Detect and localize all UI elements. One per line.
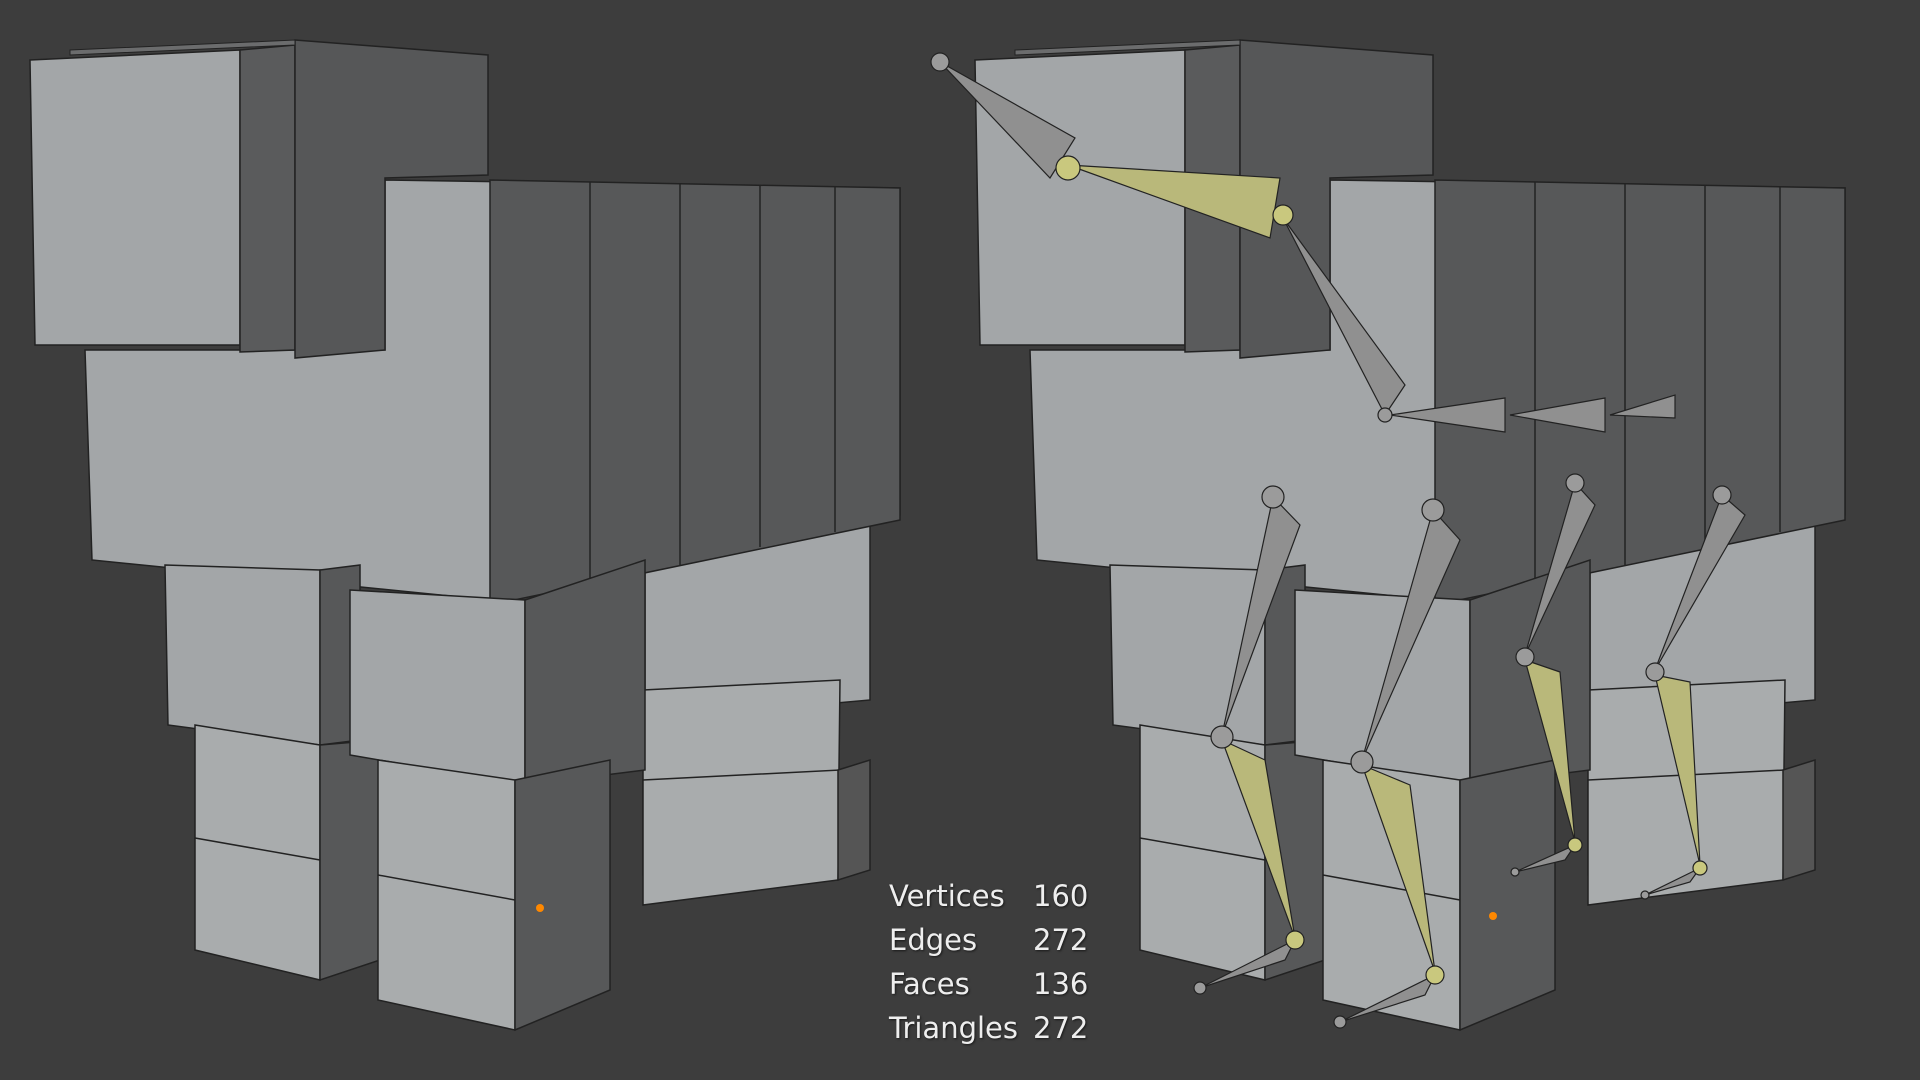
stat-vertices: Vertices 160 (889, 874, 1103, 918)
stat-label: Edges (889, 923, 978, 957)
stat-edges: Edges 272 (889, 918, 1103, 962)
stat-value: 136 (1033, 967, 1089, 1001)
stat-value: 160 (1033, 879, 1089, 913)
origin-marker (536, 904, 544, 912)
3d-viewport[interactable]: Vertices 160 Edges 272 Faces 136 Triangl… (0, 0, 1920, 1080)
stat-label: Triangles (889, 1011, 1018, 1045)
stat-triangles: Triangles 272 (889, 1006, 1103, 1050)
stat-label: Vertices (889, 879, 1005, 913)
mesh-model[interactable] (29, 39, 901, 1031)
stat-value: 272 (1033, 1011, 1089, 1045)
stat-label: Faces (889, 967, 970, 1001)
origin-marker (1489, 912, 1497, 920)
stat-faces: Faces 136 (889, 962, 1103, 1006)
scene-statistics-overlay: Vertices 160 Edges 272 Faces 136 Triangl… (889, 874, 1103, 1050)
stat-value: 272 (1033, 923, 1089, 957)
